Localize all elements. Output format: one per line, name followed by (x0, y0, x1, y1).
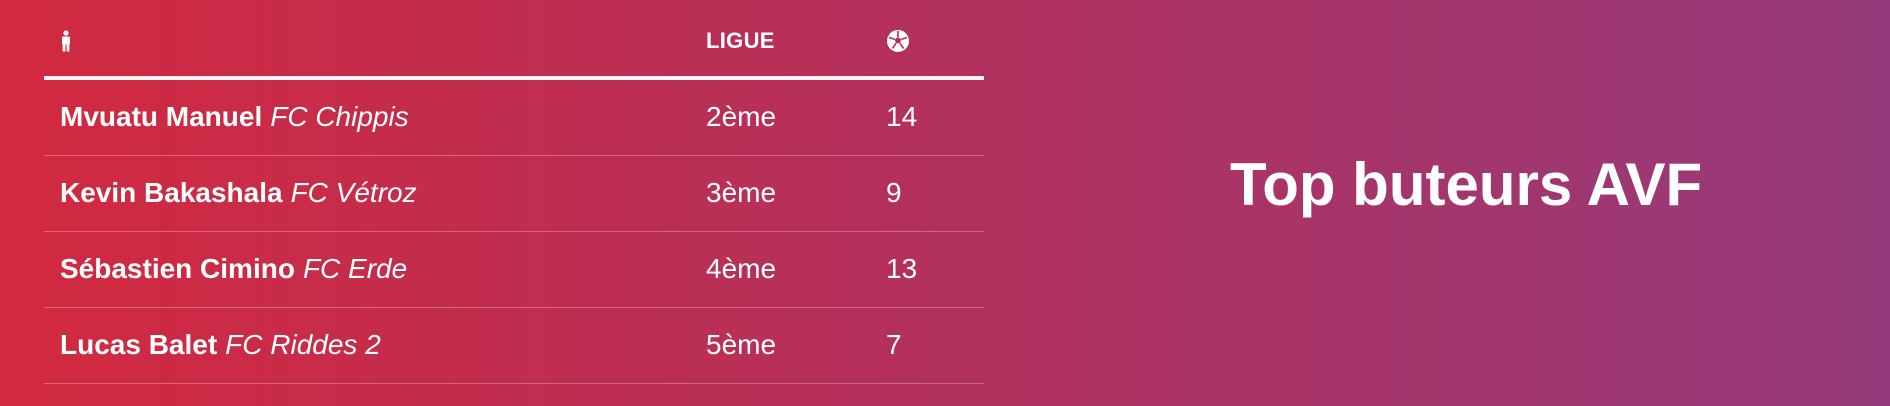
goals-cell: 7 (886, 329, 902, 360)
person-icon (60, 30, 72, 52)
table-row: Sébastien Cimino FC Erde 4ème 13 (44, 232, 984, 308)
top-scorers-banner: LIGUE Mvuatu Manuel FC Chippis 2ème 14 Ke… (0, 0, 1890, 406)
player-club: FC Erde (302, 253, 408, 284)
soccer-ball-icon (886, 29, 910, 53)
player-name: Lucas Balet (60, 329, 218, 360)
player-cell: Sébastien Cimino FC Erde (60, 253, 407, 285)
league-cell: 5ème (706, 329, 777, 360)
table-row: Lucas Balet FC Riddes 2 5ème 7 (44, 308, 984, 384)
player-club: FC Chippis (270, 101, 409, 132)
league-cell: 2ème (706, 101, 777, 132)
goals-cell: 13 (886, 253, 918, 284)
table-row: Kevin Bakashala FC Vétroz 3ème 9 (44, 156, 984, 232)
player-cell: Mvuatu Manuel FC Chippis (60, 101, 409, 133)
player-cell: Lucas Balet FC Riddes 2 (60, 329, 381, 361)
player-club: FC Riddes 2 (225, 329, 381, 360)
banner-title: Top buteurs AVF (1230, 151, 1703, 219)
goals-cell: 9 (886, 177, 902, 208)
goals-cell: 14 (886, 101, 918, 132)
player-name: Mvuatu Manuel (60, 101, 263, 132)
league-cell: 3ème (706, 177, 777, 208)
player-name: Sébastien Cimino (60, 253, 295, 284)
player-club: FC Vétroz (290, 177, 417, 208)
player-cell: Kevin Bakashala FC Vétroz (60, 177, 417, 209)
league-column-header: LIGUE (706, 28, 775, 53)
table-row: Mvuatu Manuel FC Chippis 2ème 14 (44, 80, 984, 156)
player-name: Kevin Bakashala (60, 177, 283, 208)
table-header: LIGUE (44, 0, 984, 80)
league-cell: 4ème (706, 253, 777, 284)
top-scorers-table: LIGUE Mvuatu Manuel FC Chippis 2ème 14 Ke… (44, 0, 984, 384)
